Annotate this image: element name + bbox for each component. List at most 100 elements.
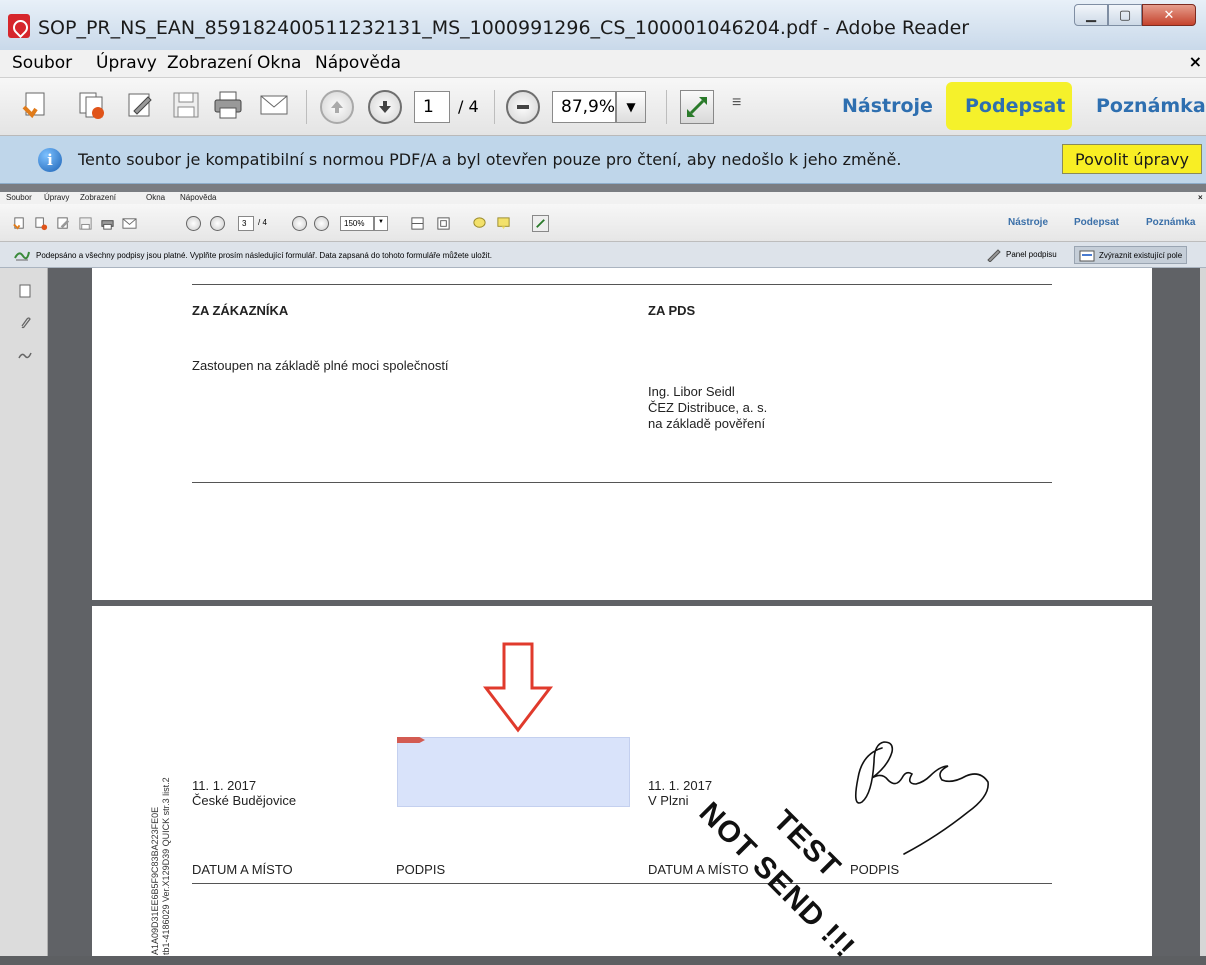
highlight-fields-label: Zvýraznit existující pole	[1099, 251, 1183, 260]
inner-next-page-button[interactable]	[210, 216, 225, 231]
outer-info-bar: i Tento soubor je kompatibilní s normou …	[0, 136, 1206, 184]
email-icon[interactable]	[258, 89, 290, 121]
inner-zoom-dropdown-button[interactable]: ▼	[374, 216, 388, 231]
inner-save-icon[interactable]	[78, 216, 93, 231]
inner-menu-soubor[interactable]: Soubor	[6, 193, 32, 202]
next-page-button[interactable]	[368, 90, 402, 124]
info-icon: i	[38, 148, 62, 172]
inner-menu-close-icon[interactable]: ×	[1198, 193, 1203, 202]
pds-heading: ZA PDS	[648, 303, 696, 318]
inner-toolbar: 3 / 4 150% ▼ Nástroje Podepsat Poznámka	[0, 204, 1206, 242]
customer-date-place-label: DATUM A MÍSTO	[192, 862, 293, 877]
pds-date-place-label: DATUM A MÍSTO	[648, 862, 749, 877]
menu-zobrazeni[interactable]: Zobrazení	[167, 53, 252, 73]
pages-panel-icon[interactable]	[18, 284, 32, 298]
adobe-reader-icon	[8, 14, 30, 38]
menu-upravy[interactable]: Úpravy	[96, 53, 157, 73]
inner-menu-okna[interactable]: Okna	[146, 193, 165, 202]
side-code-line2: tb1-4186029 Ver.X129D39 QUICK str.3 list…	[161, 777, 171, 955]
inner-tools-tab[interactable]: Nástroje	[1008, 217, 1048, 228]
inner-expand-icon	[536, 219, 545, 228]
customer-date: 11. 1. 2017	[192, 778, 257, 793]
toolbar-overflow-icon[interactable]: ≡	[732, 94, 741, 112]
inner-combine-icon[interactable]	[34, 216, 49, 231]
menu-okna[interactable]: Okna	[257, 53, 301, 73]
outer-toolbar: 1 / 4 87,9% ▼ ≡ Nástroje Podepsat Poznám…	[0, 78, 1206, 136]
enable-editing-button[interactable]: Povolit úpravy	[1062, 144, 1202, 174]
pds-signer-name: Ing. Libor Seidl	[648, 384, 735, 399]
zoom-out-button[interactable]	[506, 90, 540, 124]
pds-date: 11. 1. 2017	[648, 778, 713, 793]
left-nav-rail	[0, 268, 48, 956]
side-code-line1: A1A09D31EE6B5F9C83BA223FE0E	[150, 806, 160, 955]
customer-place: České Budějovice	[192, 793, 297, 808]
inner-zoom-in-button[interactable]	[314, 216, 329, 231]
handwritten-signature	[854, 741, 989, 855]
inner-fit-page-icon[interactable]	[410, 216, 425, 231]
signature-row-rule	[192, 883, 1052, 884]
toolbar-separator	[666, 90, 667, 124]
inner-menu-bar: Soubor Úpravy Zobrazení Okna Nápověda ×	[0, 192, 1206, 204]
inner-fit-width-icon[interactable]	[436, 216, 451, 231]
maximize-button[interactable]: ▢	[1108, 4, 1142, 26]
inner-menu-napoveda[interactable]: Nápověda	[180, 193, 216, 202]
menu-close-icon[interactable]: ×	[1189, 52, 1202, 71]
inner-previous-page-button[interactable]	[186, 216, 201, 231]
inner-highlight-icon[interactable]	[496, 216, 511, 231]
pds-signer-company: ČEZ Distribuce, a. s.	[648, 400, 768, 415]
customer-heading: ZA ZÁKAZNÍKA	[192, 303, 289, 318]
menu-napoveda[interactable]: Nápověda	[315, 53, 401, 73]
minimize-button[interactable]: ▁	[1074, 4, 1108, 26]
inner-menu-zobrazeni[interactable]: Zobrazení	[80, 193, 116, 202]
pen-icon	[987, 249, 1001, 262]
window-title: SOP_PR_NS_EAN_859182400511232131_MS_1000…	[38, 17, 970, 39]
signature-field[interactable]	[397, 737, 630, 807]
fullscreen-button[interactable]	[680, 90, 714, 124]
inner-edit-icon[interactable]	[56, 216, 71, 231]
print-icon[interactable]	[212, 89, 244, 121]
inner-create-pdf-icon[interactable]	[12, 216, 27, 231]
attachments-icon[interactable]	[18, 316, 32, 330]
page-number-input[interactable]: 1	[414, 91, 450, 123]
tools-tab[interactable]: Nástroje	[842, 95, 933, 117]
create-pdf-icon[interactable]	[20, 89, 52, 121]
outer-title-bar: SOP_PR_NS_EAN_859182400511232131_MS_1000…	[0, 0, 1206, 50]
menu-soubor[interactable]: Soubor	[12, 53, 72, 73]
edit-document-icon[interactable]	[124, 89, 156, 121]
signatures-panel-icon[interactable]	[18, 348, 32, 362]
highlight-fields-button[interactable]: Zvýraznit existující pole	[1074, 246, 1188, 264]
combine-files-icon[interactable]	[76, 89, 108, 121]
inner-page-number-input[interactable]: 3	[238, 216, 254, 231]
inner-comment-icon[interactable]	[472, 216, 487, 231]
pds-place: V Plzni	[648, 793, 689, 808]
inner-email-icon[interactable]	[122, 216, 137, 231]
previous-page-button[interactable]	[320, 90, 354, 124]
inner-print-icon[interactable]	[100, 216, 115, 231]
sign-tab[interactable]: Podepsat	[965, 95, 1065, 117]
inner-info-bar: Podepsáno a všechny podpisy jsou platné.…	[0, 242, 1206, 268]
signature-valid-icon	[14, 251, 30, 261]
expand-icon	[687, 97, 707, 117]
vertical-scrollbar[interactable]	[1200, 268, 1206, 956]
signature-panel-button[interactable]: Panel podpisu	[982, 246, 1061, 264]
toolbar-separator	[306, 90, 307, 124]
zoom-input[interactable]: 87,9%	[552, 91, 616, 123]
inner-fullscreen-button[interactable]	[532, 215, 549, 232]
window-gap	[0, 184, 1206, 192]
arrow-up-icon	[331, 101, 343, 113]
inner-zoom-input[interactable]: 150%	[340, 216, 374, 231]
inner-zoom-out-button[interactable]	[292, 216, 307, 231]
arrow-down-icon	[379, 101, 391, 113]
pds-signature-label: PODPIS	[850, 862, 900, 877]
comment-tab[interactable]: Poznámka	[1096, 95, 1206, 117]
inner-comment-tab[interactable]: Poznámka	[1146, 217, 1195, 228]
zoom-dropdown-button[interactable]: ▼	[616, 91, 646, 123]
outer-menu-bar: Soubor Úpravy Zobrazení Okna Nápověda ×	[0, 50, 1206, 78]
inner-menu-upravy[interactable]: Úpravy	[44, 193, 69, 202]
save-icon[interactable]	[170, 89, 202, 121]
close-button[interactable]: ✕	[1142, 4, 1196, 26]
customer-signature-label: PODPIS	[396, 862, 446, 877]
form-fields-icon	[1079, 250, 1095, 262]
toolbar-separator	[494, 90, 495, 124]
inner-sign-tab[interactable]: Podepsat	[1074, 217, 1119, 228]
